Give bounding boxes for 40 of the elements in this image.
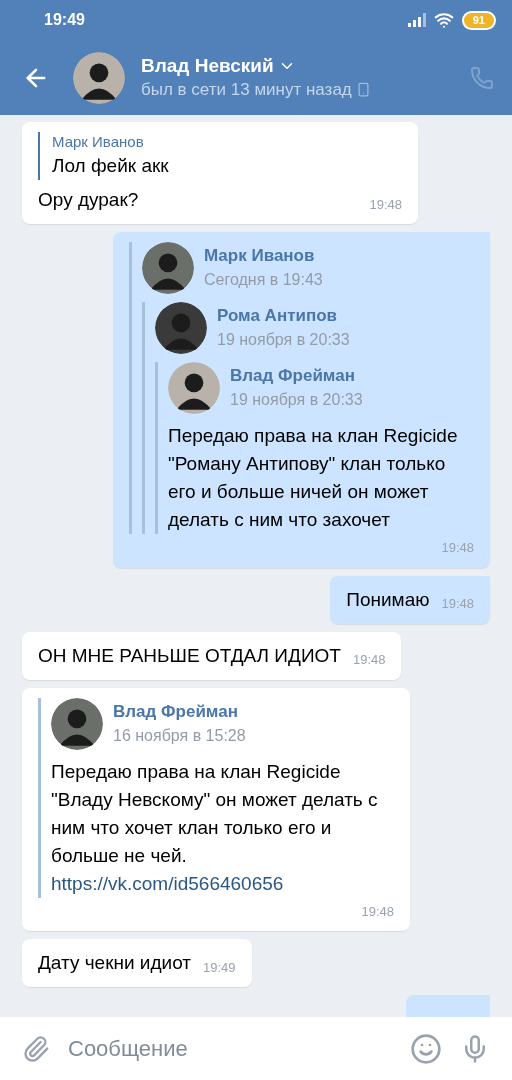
attach-icon[interactable] — [22, 1034, 50, 1063]
forward-date: 19 ноября в 20:33 — [217, 330, 350, 350]
message-link[interactable]: https://vk.com/id566460656 — [51, 872, 284, 894]
avatar — [73, 51, 125, 104]
forward-author[interactable]: Марк Иванов — [204, 244, 323, 268]
emoji-icon[interactable] — [410, 1032, 442, 1065]
message-time: 19:48 — [369, 195, 402, 214]
forward-author[interactable]: Рома Антипов — [217, 304, 350, 328]
message-text: Передаю права на клан Regicide "Роману Антипову" клан только его и больше ничей он может делать с ним что захочет — [168, 424, 459, 532]
message-time: 19:48 — [361, 902, 394, 921]
message-time: 19:48 — [441, 539, 474, 557]
signal-icon — [407, 13, 426, 27]
message-text: ОН МНЕ РАНЬШЕ ОТДАЛ ИДИОТ — [38, 643, 341, 668]
message-text: Передаю права на клан Regicide "Владу Невскому" он может делать с ним что хочет клан только его и больше не чей. — [51, 759, 379, 868]
forward-date: Сегодня в 19:43 — [204, 270, 323, 290]
forward-author[interactable]: Влад Фрейман — [113, 699, 246, 724]
avatar — [51, 697, 103, 750]
battery-level: 91 — [461, 10, 496, 30]
message-composer[interactable]: Сообщение — [0, 1017, 512, 1080]
last-seen-status: был в сети 13 минут назад — [141, 78, 352, 101]
message-time: 19:48 — [441, 595, 474, 613]
forward-author[interactable]: Влад Фрейман — [230, 364, 363, 388]
message-text: Дату чекни идиот — [38, 951, 192, 975]
clock: 19:49 — [44, 10, 85, 30]
avatar — [155, 302, 207, 354]
contact-name[interactable]: Влад Невский — [141, 53, 274, 78]
phone-device-icon — [355, 82, 371, 97]
forward-date: 19 ноября в 20:33 — [230, 390, 363, 410]
avatar — [142, 242, 194, 294]
message-field[interactable]: Сообщение — [68, 1032, 392, 1065]
call-icon[interactable] — [470, 65, 494, 90]
quote-text: Лол фейк акк — [52, 154, 170, 178]
message-text: Ору дурак? — [38, 188, 139, 212]
message-text: Понимаю — [346, 587, 430, 612]
avatar — [168, 362, 220, 414]
wifi-icon — [433, 10, 454, 30]
message-time: 19:49 — [203, 958, 236, 977]
quote-author: Марк Иванов — [52, 132, 145, 152]
forward-date: 16 ноября в 15:28 — [113, 725, 246, 746]
message-time: 19:48 — [352, 651, 386, 669]
